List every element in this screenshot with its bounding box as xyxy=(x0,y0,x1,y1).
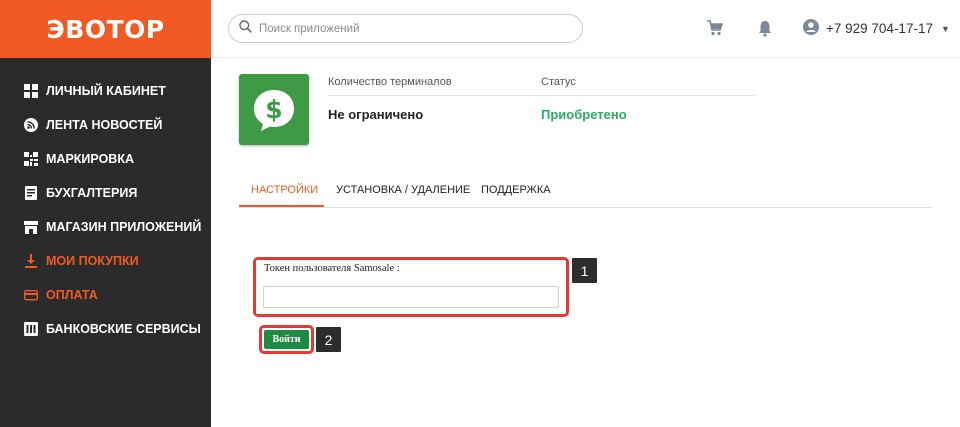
bank-icon xyxy=(24,322,38,336)
user-menu[interactable]: +7 929 704-17-17 ▼ xyxy=(803,19,950,38)
annotation-badge-2: 2 xyxy=(316,327,341,352)
download-icon xyxy=(24,254,38,268)
store-icon xyxy=(24,220,38,234)
login-highlight-frame: Войти xyxy=(259,325,314,354)
app-logo: $ xyxy=(239,74,309,145)
annotation-badge-1: 1 xyxy=(572,258,597,283)
sidebar-item-app-store[interactable]: МАГАЗИН ПРИЛОЖЕНИЙ xyxy=(0,210,211,244)
sidebar-item-label: ОПЛАТА xyxy=(46,288,98,302)
terminals-label: Количество терминалов xyxy=(328,76,452,88)
sidebar-item-label: БАНКОВСКИЕ СЕРВИСЫ xyxy=(46,322,201,336)
dollar-chat-icon: $ xyxy=(254,89,294,131)
tab-support[interactable]: ПОДДЕРЖКА xyxy=(481,184,551,196)
user-phone: +7 929 704-17-17 xyxy=(826,21,933,36)
logo-text: ЭВОТОР xyxy=(46,14,165,44)
status-label: Статус xyxy=(541,76,576,88)
info-divider xyxy=(328,95,755,96)
sidebar-item-personal-account[interactable]: ЛИЧНЫЙ КАБИНЕТ xyxy=(0,74,211,108)
tab-settings[interactable]: НАСТРОЙКИ xyxy=(251,184,318,196)
sidebar-item-marking[interactable]: МАРКИРОВКА xyxy=(0,142,211,176)
sidebar-item-label: БУХГАЛТЕРИЯ xyxy=(46,186,138,200)
app-root: ЭВОТОР ЛИЧНЫЙ КАБИНЕТ ЛЕНТА НОВОСТЕЙ МАР… xyxy=(0,0,960,427)
login-button[interactable]: Войти xyxy=(264,330,309,349)
chevron-down-icon: ▼ xyxy=(940,23,950,34)
sidebar-item-label: МАГАЗИН ПРИЛОЖЕНИЙ xyxy=(46,220,202,234)
qr-code-icon xyxy=(24,152,38,166)
status-value: Приобретено xyxy=(541,107,627,122)
grid-icon xyxy=(24,84,38,98)
tab-bar: НАСТРОЙКИ УСТАНОВКА / УДАЛЕНИЕ ПОДДЕРЖКА xyxy=(239,172,932,208)
document-icon xyxy=(24,186,38,200)
user-avatar-icon xyxy=(803,19,819,38)
sidebar-item-bank-services[interactable]: БАНКОВСКИЕ СЕРВИСЫ xyxy=(0,312,211,346)
rss-icon xyxy=(24,118,38,132)
svg-text:$: $ xyxy=(265,95,282,124)
sidebar-item-label: МОИ ПОКУПКИ xyxy=(46,254,139,268)
sidebar-item-label: ЛИЧНЫЙ КАБИНЕТ xyxy=(46,84,166,98)
bell-icon[interactable] xyxy=(756,19,774,37)
token-label: Токен пользователя Samosale : xyxy=(264,263,400,274)
sidebar-item-my-purchases[interactable]: МОИ ПОКУПКИ xyxy=(0,244,211,278)
search-box[interactable] xyxy=(228,14,583,43)
token-input[interactable] xyxy=(263,286,559,308)
sidebar-item-accounting[interactable]: БУХГАЛТЕРИЯ xyxy=(0,176,211,210)
search-icon xyxy=(239,19,252,38)
card-icon xyxy=(24,288,38,302)
sidebar-item-label: МАРКИРОВКА xyxy=(46,152,134,166)
tab-install-uninstall[interactable]: УСТАНОВКА / УДАЛЕНИЕ xyxy=(336,184,470,196)
token-highlight-frame: Токен пользователя Samosale : xyxy=(253,257,569,317)
active-tab-indicator xyxy=(239,205,324,207)
sidebar-item-news-feed[interactable]: ЛЕНТА НОВОСТЕЙ xyxy=(0,108,211,142)
top-header: +7 929 704-17-17 ▼ xyxy=(211,0,960,58)
cart-icon[interactable] xyxy=(706,19,724,37)
sidebar-item-label: ЛЕНТА НОВОСТЕЙ xyxy=(46,118,163,132)
search-input[interactable] xyxy=(259,22,559,35)
sidebar-item-payment[interactable]: ОПЛАТА xyxy=(0,278,211,312)
terminals-value: Не ограничено xyxy=(328,107,424,122)
logo[interactable]: ЭВОТОР xyxy=(0,0,211,58)
sidebar: ЭВОТОР ЛИЧНЫЙ КАБИНЕТ ЛЕНТА НОВОСТЕЙ МАР… xyxy=(0,0,211,427)
sidebar-nav: ЛИЧНЫЙ КАБИНЕТ ЛЕНТА НОВОСТЕЙ МАРКИРОВКА… xyxy=(0,74,211,346)
